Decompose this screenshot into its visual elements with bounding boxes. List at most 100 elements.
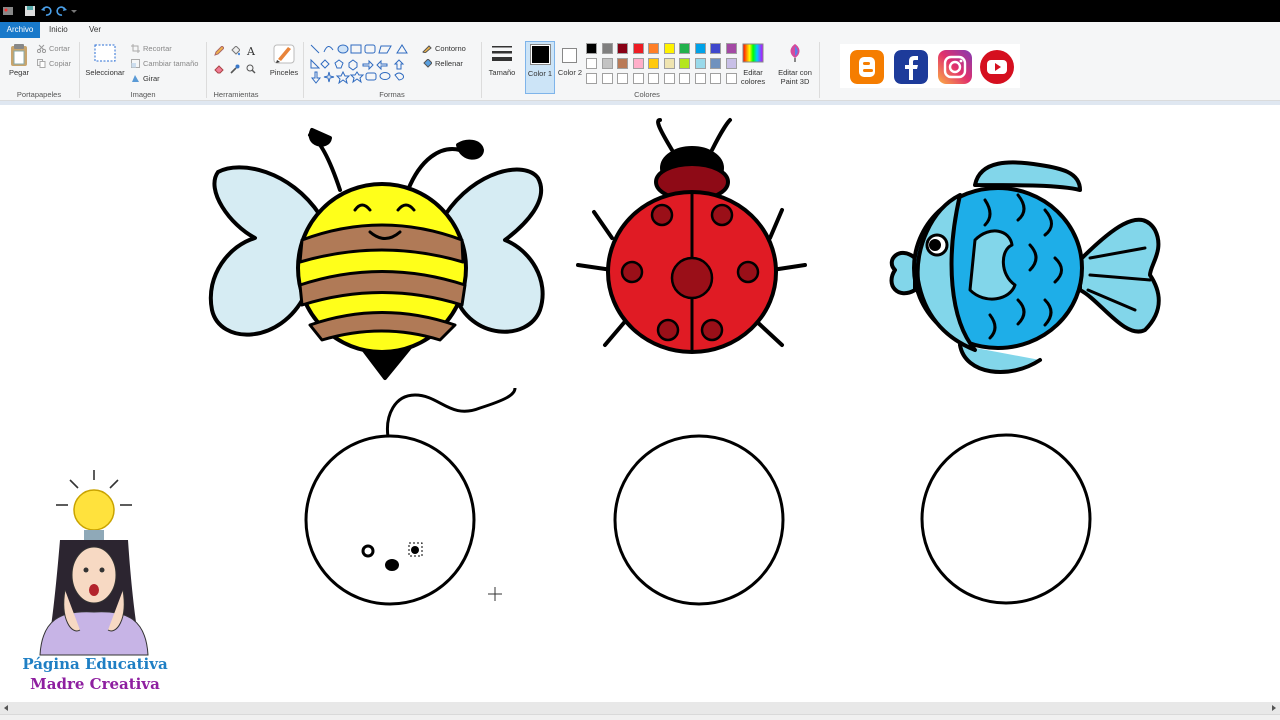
copy-button[interactable]: Copiar (49, 59, 71, 68)
select-icon[interactable] (94, 44, 116, 62)
eraser-icon[interactable] (214, 64, 224, 74)
redo-icon[interactable] (56, 5, 68, 17)
shapes-group-label: Formas (379, 90, 405, 99)
madre-creativa-logo (39, 470, 149, 656)
ribbon-tabs: Archivo Inicio Ver (0, 22, 1280, 38)
fill-bucket-icon[interactable] (230, 46, 240, 56)
size-dropdown[interactable]: Tamaño (485, 68, 519, 77)
undo-icon[interactable] (40, 5, 52, 17)
outline-dropdown[interactable]: Contorno (435, 44, 466, 53)
resize-icon (131, 59, 140, 68)
palette-swatch[interactable] (617, 43, 628, 54)
brand-line-2: Madre Creativa (30, 675, 160, 693)
palette-swatch[interactable] (617, 58, 628, 69)
color2-selector[interactable]: Color 2 (557, 41, 583, 94)
select-button[interactable]: Seleccionar (83, 68, 127, 77)
scroll-left-icon[interactable] (2, 704, 10, 712)
tab-home[interactable]: Inicio (42, 22, 75, 38)
brushes-button[interactable]: Pinceles (266, 68, 302, 77)
palette-swatch[interactable] (586, 73, 597, 84)
pencil-icon[interactable] (214, 46, 224, 56)
ribbon: Pegar Cortar Copiar Portapapeles Selecci… (0, 38, 1280, 101)
svg-text:A: A (246, 45, 256, 56)
palette-swatch[interactable] (679, 43, 690, 54)
drawing-canvas[interactable]: Página Educativa Madre Creativa (4, 105, 1280, 702)
palette-swatch[interactable] (725, 43, 737, 54)
palette-swatch[interactable] (710, 43, 721, 54)
size-icon[interactable] (490, 44, 514, 66)
divider (481, 42, 482, 98)
color1-swatch (530, 44, 551, 65)
tab-file[interactable]: Archivo (0, 22, 40, 38)
edit-colors-icon[interactable] (742, 43, 764, 63)
magnifier-icon[interactable] (246, 64, 256, 74)
clipboard-group-label: Portapapeles (16, 90, 62, 99)
palette-swatch[interactable] (601, 43, 613, 54)
color2-swatch (562, 48, 577, 63)
social-icons-overlay (840, 44, 1020, 88)
palette-swatch[interactable] (679, 73, 690, 84)
paint-window: Archivo Inicio Ver Pegar Cortar Copiar P… (0, 0, 1280, 720)
brand-line-1: Página Educativa (22, 655, 168, 673)
title-bar (0, 0, 1280, 22)
resize-button[interactable]: Cambiar tamaño (143, 59, 198, 68)
palette-swatch[interactable] (694, 43, 706, 54)
rotate-button[interactable]: Girar (143, 74, 160, 83)
horizontal-scrollbar[interactable] (0, 702, 1280, 714)
fish-eye-in-progress (361, 542, 423, 571)
palette-swatch[interactable] (648, 58, 659, 69)
palette-swatch[interactable] (710, 58, 721, 69)
palette-swatch[interactable] (648, 43, 659, 54)
tools-group-label: Herramientas (213, 90, 259, 99)
shapes-gallery[interactable] (309, 42, 413, 84)
divider (819, 42, 820, 98)
palette-swatch[interactable] (694, 58, 706, 69)
status-bar (0, 714, 1280, 720)
palette-swatch[interactable] (679, 58, 690, 69)
rotate-icon (132, 75, 139, 82)
palette-swatch[interactable] (632, 73, 644, 84)
palette-swatch[interactable] (710, 73, 721, 84)
palette-swatch[interactable] (725, 58, 737, 69)
fill-icon (423, 59, 432, 68)
instagram-icon (938, 50, 972, 84)
scroll-right-icon[interactable] (1270, 704, 1278, 712)
save-icon[interactable] (24, 5, 36, 17)
palette-swatch[interactable] (694, 73, 706, 84)
palette-swatch[interactable] (725, 73, 737, 84)
palette-swatch[interactable] (601, 58, 613, 69)
brushes-icon[interactable] (272, 43, 296, 65)
palette-swatch[interactable] (663, 73, 675, 84)
fill-dropdown[interactable]: Rellenar (435, 59, 463, 68)
edit-with-paint3d-button[interactable]: Editar con Paint 3D (772, 68, 818, 86)
palette-swatch[interactable] (586, 43, 597, 54)
ladybug-drawing (576, 118, 807, 354)
palette-swatch[interactable] (586, 58, 597, 69)
color-picker-icon[interactable] (230, 64, 240, 74)
cut-button[interactable]: Cortar (49, 44, 70, 53)
palette-swatch[interactable] (663, 58, 675, 69)
paste-button[interactable]: Pegar (8, 68, 30, 77)
paste-icon[interactable] (9, 43, 29, 67)
palette-swatch[interactable] (601, 73, 613, 84)
empty-circles (304, 387, 1092, 606)
palette-swatch[interactable] (632, 58, 644, 69)
customize-quick-access-icon[interactable] (68, 5, 80, 17)
colors-group-label: Colores (634, 90, 660, 99)
paint-app-icon[interactable] (2, 5, 14, 17)
copy-icon (37, 59, 46, 68)
edit-colors-button[interactable]: Editar colores (734, 68, 772, 86)
text-icon[interactable]: A (246, 45, 257, 56)
color1-label: Color 1 (527, 69, 553, 78)
palette-swatch[interactable] (648, 73, 659, 84)
facebook-icon (894, 50, 928, 84)
image-group-label: Imagen (130, 90, 156, 99)
palette-swatch[interactable] (617, 73, 628, 84)
crop-button[interactable]: Recortar (143, 44, 172, 53)
color1-selector[interactable]: Color 1 (525, 41, 555, 94)
palette-swatch[interactable] (632, 43, 644, 54)
paint3d-icon[interactable] (786, 43, 804, 63)
palette-swatch[interactable] (663, 43, 675, 54)
crosshair-cursor (488, 587, 502, 601)
tab-view[interactable]: Ver (82, 22, 108, 38)
